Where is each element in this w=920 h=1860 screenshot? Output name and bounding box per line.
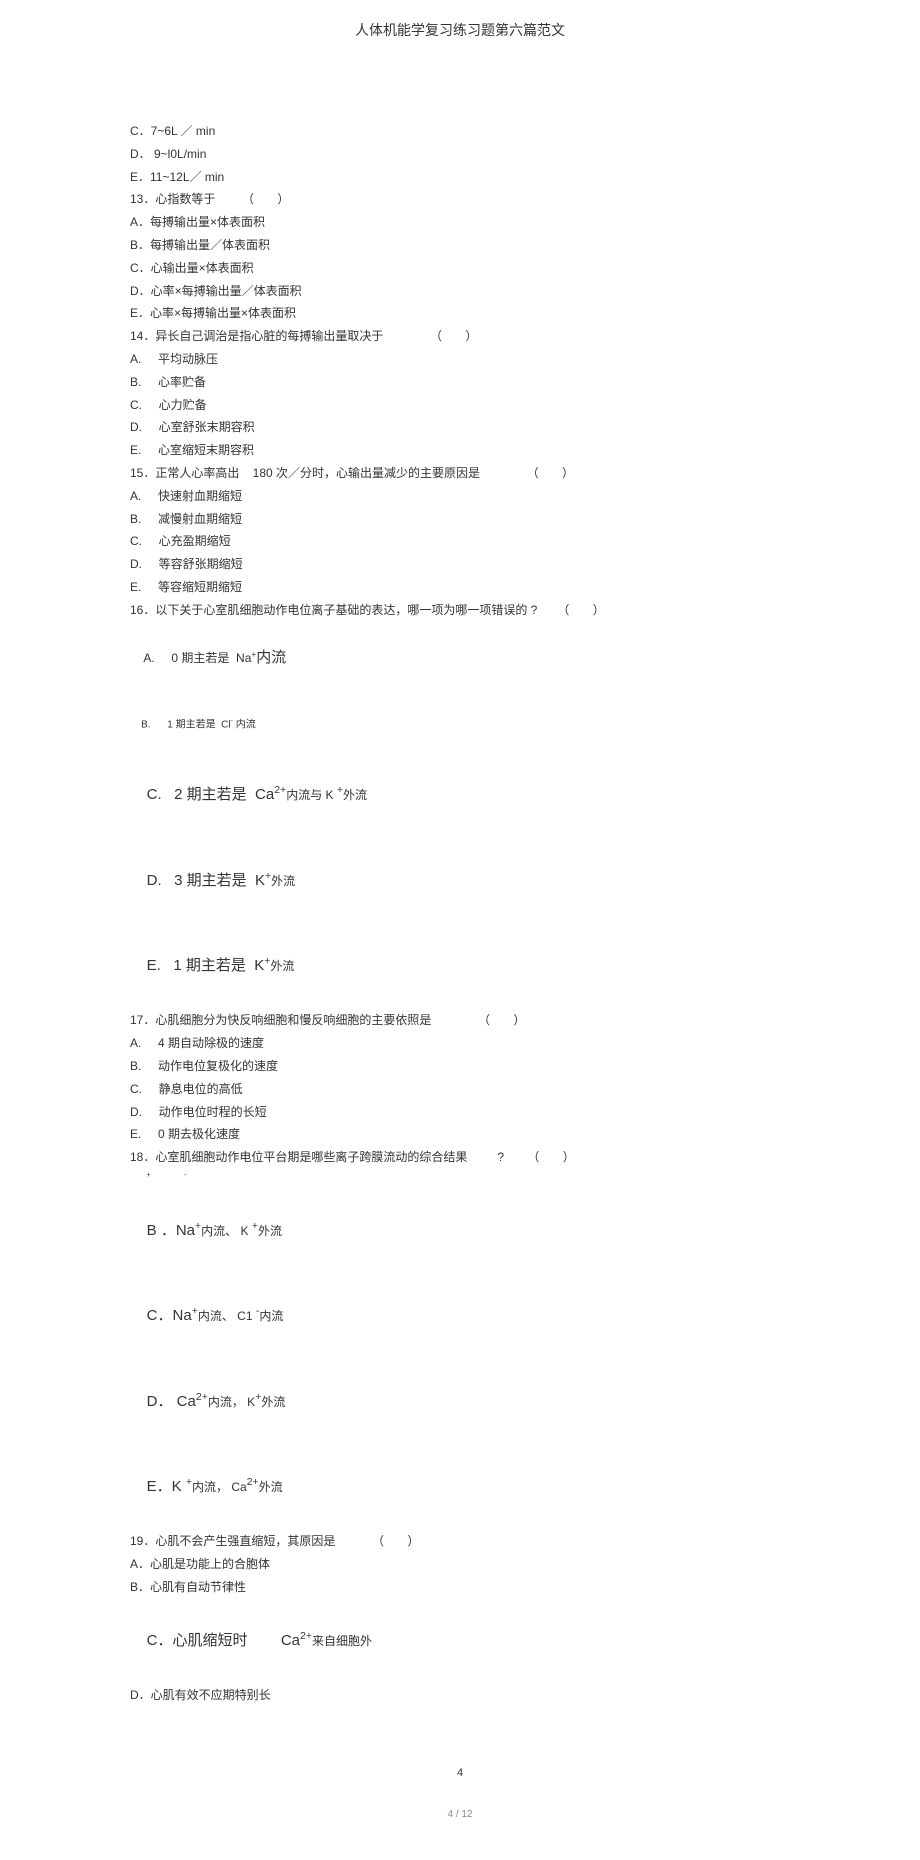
option-14a: A. 平均动脉压 xyxy=(130,348,790,371)
option-16a-prefix: A. 0 期主若是 Na xyxy=(143,651,251,665)
option-13a: A．每搏输出量×体表面积 xyxy=(130,211,790,234)
option-16e-p1: E. 1 期主若是 K xyxy=(147,957,265,974)
question-15: 15．正常人心率高出 180 次／分时，心输出量减少的主要原因是 （ ） xyxy=(130,462,790,485)
option-16a: A. 0 期主若是 Na+内流 xyxy=(130,622,790,696)
option-18b: B ．Na+内流、 K +外流 xyxy=(130,1188,790,1274)
option-15a: A. 快速射血期缩短 xyxy=(130,485,790,508)
option-18c: C．Na+内流、 C1 -内流 xyxy=(130,1274,790,1360)
option-15b: B. 减慢射血期缩短 xyxy=(130,508,790,531)
option-18d-p1: D． Ca xyxy=(147,1393,196,1410)
option-18d-p2: 内流， K xyxy=(208,1395,255,1409)
option-13c: C．心输出量×体表面积 xyxy=(130,257,790,280)
option-18e-p2: 内流， Ca xyxy=(192,1480,247,1494)
option-16d-p1: D. 3 期主若是 K xyxy=(147,872,265,889)
option-19b: B．心肌有自动节律性 xyxy=(130,1576,790,1599)
footer-page-count: 4 / 12 xyxy=(130,1809,790,1820)
option-15e: E. 等容缩短期缩短 xyxy=(130,576,790,599)
question-17: 17．心肌细胞分为快反响细胞和慢反响细胞的主要依照是 （ ） xyxy=(130,1009,790,1032)
option-19a: A．心肌是功能上的合胞体 xyxy=(130,1553,790,1576)
question-19: 19．心肌不会产生强直缩短，其原因是 （ ） xyxy=(130,1530,790,1553)
option-15d: D. 等容舒张期缩短 xyxy=(130,553,790,576)
option-16b-prefix: B. 1 期主若是 Cl xyxy=(141,719,230,730)
option-18e: E．K +内流， Ca2+外流 xyxy=(130,1445,790,1531)
question-16: 16．以下关于心室肌细胞动作电位离子基础的表达，哪一项为哪一项错误的 ? （ ） xyxy=(130,599,790,622)
option-18b-p1: B ．Na xyxy=(147,1222,195,1239)
option-16c-p1: C. 2 期主若是 Ca xyxy=(147,786,275,803)
option-16b: B. 1 期主若是 Cl- 内流 xyxy=(130,696,790,753)
question-14: 14．异长自己调治是指心脏的每搏输出量取决于 （ ） xyxy=(130,325,790,348)
option-19c-p2: 来自细胞外 xyxy=(312,1634,372,1648)
option-18e-p1: E．K xyxy=(147,1478,186,1495)
option-14d: D. 心室舒张末期容积 xyxy=(130,416,790,439)
option-18a-stub: + - xyxy=(130,1169,790,1188)
option-16e: E. 1 期主若是 K+外流 xyxy=(130,924,790,1010)
option-12c: C．7~6L ／ min xyxy=(130,120,790,143)
option-18c-p1: C．Na xyxy=(147,1307,192,1324)
page-title: 人体机能学复习练习题第六篇范文 xyxy=(130,20,790,40)
option-14e: E. 心室缩短末期容积 xyxy=(130,439,790,462)
question-18: 18．心室肌细胞动作电位平台期是哪些离子跨膜流动的综合结果 ? （ ） xyxy=(130,1146,790,1169)
option-16a-suffix: 内流 xyxy=(256,649,286,666)
option-13b: B．每搏输出量／体表面积 xyxy=(130,234,790,257)
option-19c-p1: C．心肌缩短时 Ca xyxy=(147,1632,300,1649)
option-12d: D． 9~l0L/min xyxy=(130,143,790,166)
option-19c: C．心肌缩短时 Ca2+来自细胞外 xyxy=(130,1599,790,1685)
option-17a: A. 4 期自动除极的速度 xyxy=(130,1032,790,1055)
option-17e: E. 0 期去极化速度 xyxy=(130,1123,790,1146)
option-19d: D．心肌有效不应期特别长 xyxy=(130,1684,790,1707)
option-16c-p2: 内流与 K xyxy=(286,788,337,802)
option-17d: D. 动作电位时程的长短 xyxy=(130,1101,790,1124)
option-16b-suffix: 内流 xyxy=(233,719,256,730)
option-16d-p2: 外流 xyxy=(271,874,295,888)
option-14c: C. 心力贮备 xyxy=(130,394,790,417)
option-17c: C. 静息电位的高低 xyxy=(130,1078,790,1101)
option-18b-p3: 外流 xyxy=(258,1224,282,1238)
option-12e: E．11~12L／ min xyxy=(130,166,790,189)
option-17b: B. 动作电位复极化的速度 xyxy=(130,1055,790,1078)
option-16d: D. 3 期主若是 K+外流 xyxy=(130,838,790,924)
option-14b: B. 心率贮备 xyxy=(130,371,790,394)
footer-number: 4 xyxy=(130,1767,790,1779)
option-18c-p2: 内流、 C1 xyxy=(198,1309,256,1323)
option-18e-p3: 外流 xyxy=(259,1480,283,1494)
option-16e-p2: 外流 xyxy=(270,959,294,973)
option-18b-p2: 内流、 K xyxy=(201,1224,252,1238)
option-16c-p3: 外流 xyxy=(343,788,367,802)
option-18d-p3: 外流 xyxy=(261,1395,285,1409)
option-13e: E．心率×每搏输出量×体表面积 xyxy=(130,302,790,325)
question-13: 13．心指数等于 （ ） xyxy=(130,188,790,211)
option-13d: D．心率×每搏输出量／体表面积 xyxy=(130,280,790,303)
option-15c: C. 心充盈期缩短 xyxy=(130,530,790,553)
option-18c-p3: 内流 xyxy=(259,1309,283,1323)
document-page: 人体机能学复习练习题第六篇范文 C．7~6L ／ min D． 9~l0L/mi… xyxy=(0,0,920,1860)
option-18d: D． Ca2+内流， K+外流 xyxy=(130,1359,790,1445)
option-16c: C. 2 期主若是 Ca2+内流与 K +外流 xyxy=(130,753,790,839)
